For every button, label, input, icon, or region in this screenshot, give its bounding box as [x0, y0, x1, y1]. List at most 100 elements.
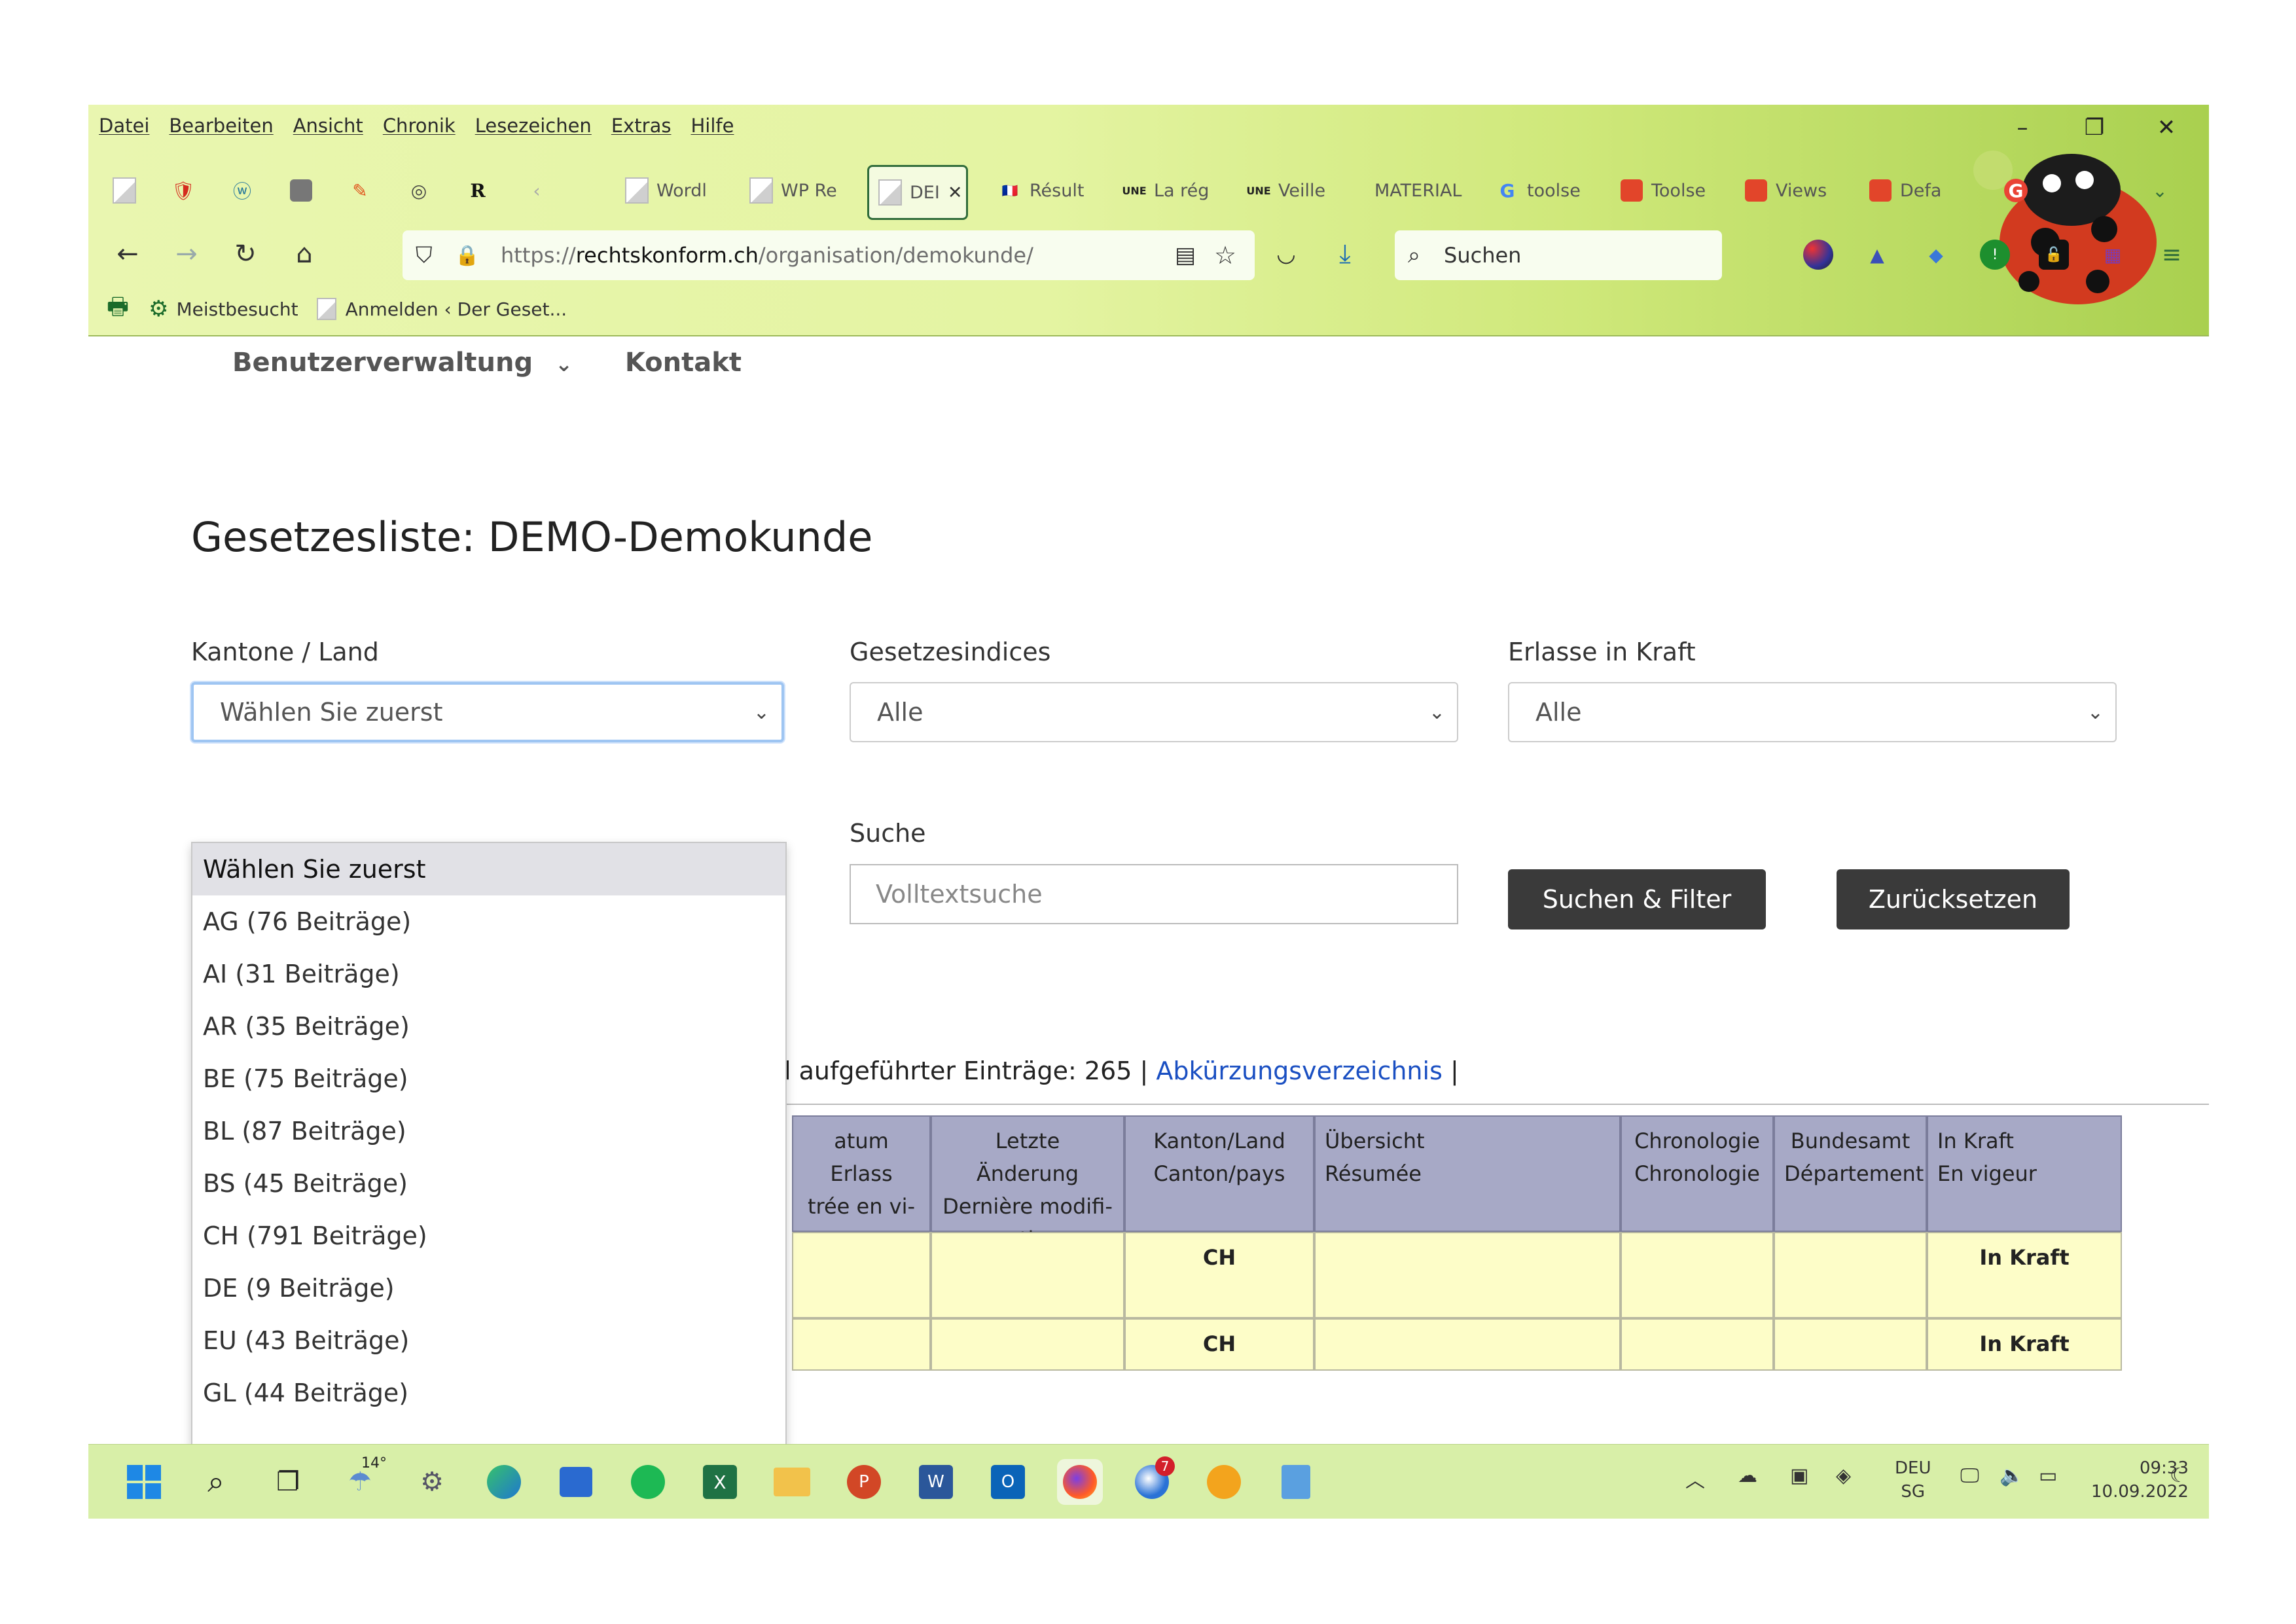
bookmark-star-icon[interactable]: ☆	[1214, 241, 1236, 270]
taskbar-app-keyhole[interactable]	[1201, 1459, 1247, 1505]
dropdown-option[interactable]: CH (791 Beiträge)	[192, 1210, 785, 1262]
extension-green-icon[interactable]: !	[1980, 240, 2010, 270]
dropdown-option[interactable]: Wählen Sie zuerst	[192, 843, 785, 895]
tab-resultats[interactable]: 🇫🇷 Résult	[998, 165, 1096, 216]
input-language[interactable]: DEU SG	[1895, 1456, 1931, 1504]
pinned-tab-6[interactable]: ◎	[396, 165, 442, 216]
reader-view-icon[interactable]: ▤	[1175, 242, 1196, 268]
col-header-uebersicht[interactable]: Übersicht Résumée	[1314, 1115, 1621, 1232]
forward-button[interactable]: →	[167, 234, 206, 274]
downloads-button[interactable]: ⤓	[1325, 234, 1365, 274]
kantone-select[interactable]: Wählen Sie zuerst ⌄	[191, 682, 784, 742]
taskbar-store[interactable]	[553, 1459, 599, 1505]
tab-toolse-google[interactable]: Gtoolse	[1496, 165, 1594, 216]
url-text[interactable]: https://rechtskonform.ch/organisation/de…	[501, 243, 1033, 268]
tab-active-demo[interactable]: DEI ✕	[867, 165, 968, 220]
hamburger-menu-icon[interactable]: ≡	[2157, 240, 2187, 270]
extension-diamond-icon[interactable]: ◆	[1921, 240, 1951, 270]
zuruecksetzen-button[interactable]: Zurücksetzen	[1837, 869, 2070, 929]
weather-widget[interactable]: ☂ 14°	[337, 1455, 387, 1505]
menu-bearbeiten[interactable]: Bearbeiten	[169, 115, 273, 137]
tab-wordl[interactable]: Wordl	[625, 165, 723, 216]
pinned-tab-4[interactable]	[278, 165, 324, 216]
dropdown-option[interactable]: BS (45 Beiträge)	[192, 1157, 785, 1210]
dropdown-option[interactable]: AI (31 Beiträge)	[192, 948, 785, 1000]
col-header-in-kraft[interactable]: In Kraft En vigeur	[1927, 1115, 2122, 1232]
tab-veille[interactable]: UNE Veille	[1247, 165, 1345, 216]
dropdown-option[interactable]: EU (43 Beiträge)	[192, 1314, 785, 1367]
taskbar-thunderbird[interactable]: 7	[1129, 1456, 1175, 1505]
dropdown-option[interactable]: BL (87 Beiträge)	[192, 1105, 785, 1157]
dropdown-option[interactable]: AR (35 Beiträge)	[192, 1000, 785, 1053]
taskbar-edge[interactable]	[481, 1459, 527, 1505]
taskbar-notepad[interactable]	[1273, 1459, 1319, 1505]
tray-overflow-chevron-icon[interactable]: ︿	[1685, 1464, 1705, 1493]
taskbar-word[interactable]: W	[913, 1459, 959, 1505]
erlasse-select[interactable]: Alle ⌄	[1508, 682, 2117, 742]
suchen-filter-button[interactable]: Suchen & Filter	[1508, 869, 1766, 929]
taskbar-excel[interactable]: X	[697, 1459, 743, 1505]
tab-scroll-left[interactable]: ‹	[514, 165, 560, 216]
taskbar-settings[interactable]: ⚙	[409, 1459, 455, 1505]
focus-moon-icon[interactable]: ☾	[2170, 1464, 2187, 1487]
restore-button[interactable]: ❐	[2072, 111, 2117, 144]
volume-icon[interactable]: 🔈	[2000, 1464, 2024, 1487]
network-icon[interactable]: 🖵	[1960, 1464, 1979, 1487]
pinned-tab-3[interactable]: ⓦ	[219, 165, 265, 216]
tab-material[interactable]: MATERIAL	[1374, 165, 1473, 216]
tab-list-all[interactable]: ⌄	[2137, 165, 2183, 216]
taskbar-powerpoint[interactable]: P	[841, 1459, 887, 1505]
printer-icon[interactable]: 🖶	[107, 289, 129, 329]
pinned-tab-1[interactable]	[101, 165, 147, 216]
dropbox-icon[interactable]: ◈	[1836, 1464, 1851, 1487]
gesetzesindices-select[interactable]: Alle ⌄	[850, 682, 1458, 742]
close-tab-icon[interactable]: ✕	[948, 183, 963, 203]
menu-extras[interactable]: Extras	[611, 115, 672, 137]
volltextsuche-input[interactable]: Volltextsuche	[850, 864, 1458, 924]
lock-icon[interactable]: 🔒	[455, 244, 479, 267]
extension-arrow-icon[interactable]: ▲	[1862, 240, 1892, 270]
dropdown-option[interactable]: AG (76 Beiträge)	[192, 895, 785, 948]
back-button[interactable]: ←	[108, 234, 147, 274]
col-header-datum[interactable]: atum Erlass trée en vi- gueur	[792, 1115, 931, 1252]
dropdown-option[interactable]: BE (75 Beiträge)	[192, 1053, 785, 1105]
menu-ansicht[interactable]: Ansicht	[293, 115, 363, 137]
col-header-letzte-aenderung[interactable]: Letzte Änderung Dernière modifi- cation	[931, 1115, 1124, 1252]
tab-google-g[interactable]: G	[1993, 165, 2039, 216]
onedrive-cloud-icon[interactable]: ☁	[1738, 1464, 1757, 1487]
tab-wp-re[interactable]: WP Re	[749, 165, 848, 216]
nav-kontakt[interactable]: Kontakt	[625, 348, 742, 378]
dropdown-option[interactable]: GL (44 Beiträge)	[192, 1367, 785, 1419]
minimize-button[interactable]: –	[2000, 111, 2045, 144]
dropdown-option[interactable]: DE (9 Beiträge)	[192, 1262, 785, 1314]
menu-lesezeichen[interactable]: Lesezeichen	[475, 115, 592, 137]
tab-la-reg[interactable]: UNE La rég	[1122, 165, 1221, 216]
extension-lock-icon[interactable]: 🔓	[2039, 240, 2069, 270]
tab-default[interactable]: Defa	[1869, 165, 1967, 216]
taskbar-search[interactable]: ⌕	[193, 1459, 239, 1505]
abkuerzungsverzeichnis-link[interactable]: Abkürzungsverzeichnis	[1156, 1056, 1442, 1085]
extension-calendar-icon[interactable]: ▦	[2098, 240, 2128, 270]
search-bar[interactable]: ⌕ Suchen	[1395, 230, 1722, 280]
taskbar-explorer[interactable]	[769, 1459, 815, 1505]
col-header-chronologie[interactable]: Chronologie Chronologie	[1621, 1115, 1774, 1232]
display-icon[interactable]: ▣	[1790, 1464, 1808, 1487]
pinned-tab-2[interactable]: 🛡	[160, 165, 206, 216]
shield-icon[interactable]: ⛉	[416, 242, 433, 268]
nav-benutzerverwaltung[interactable]: Benutzerverwaltung ⌄	[232, 348, 573, 378]
bookmark-anmelden[interactable]: Anmelden ‹ Der Geset...	[346, 298, 567, 320]
taskbar-spotify[interactable]	[625, 1459, 671, 1505]
col-header-bundesamt[interactable]: Bundesamt Département	[1774, 1115, 1927, 1232]
task-view-button[interactable]: ❐	[265, 1459, 311, 1505]
taskbar-outlook[interactable]: O	[985, 1459, 1031, 1505]
extension-icon-1[interactable]	[1803, 240, 1833, 270]
reload-button[interactable]: ↻	[226, 234, 265, 274]
pocket-button[interactable]: ◡	[1266, 234, 1306, 274]
pinned-tab-7[interactable]: R	[455, 165, 501, 216]
menu-datei[interactable]: Datei	[99, 115, 149, 137]
menu-hilfe[interactable]: Hilfe	[691, 115, 734, 137]
battery-icon[interactable]: ▭	[2039, 1464, 2057, 1487]
start-button[interactable]	[121, 1459, 167, 1505]
tab-toolset[interactable]: Toolse	[1620, 165, 1718, 216]
close-window-button[interactable]: ✕	[2144, 111, 2189, 144]
